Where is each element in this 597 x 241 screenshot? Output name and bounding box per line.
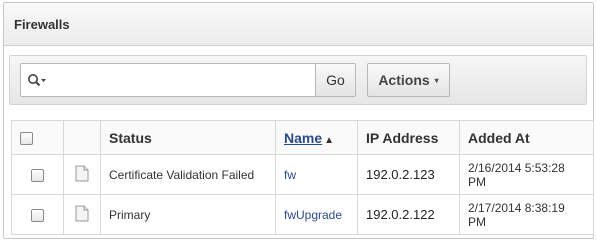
region-title: Firewalls [14,16,70,32]
table-header-row: Status Name ▲ IP Address Added At [11,120,594,155]
name-cell: fw [275,154,358,195]
name-column-header[interactable]: Name ▲ [275,120,358,155]
row-icon-cell [63,194,101,235]
file-icon[interactable] [75,165,89,182]
row-icon-cell [63,154,101,195]
chevron-down-icon: ▾ [434,75,439,85]
search-group: Go [20,63,356,97]
firewall-name-link[interactable]: fwUpgrade [284,208,342,222]
search-input[interactable] [51,66,315,94]
ip-cell: 192.0.2.123 [357,154,460,195]
select-all-header [11,120,64,155]
name-sort-link[interactable]: Name [284,130,322,146]
sort-ascending-icon: ▲ [324,134,335,146]
row-select-cell [11,154,64,195]
ip-column-header[interactable]: IP Address [357,120,460,155]
status-cell: Primary [100,194,276,235]
actions-menu-button[interactable]: Actions ▾ [367,63,450,97]
search-field [21,64,315,96]
added-column-header[interactable]: Added At [459,120,594,155]
icon-column-header [63,120,101,155]
name-cell: fwUpgrade [275,194,358,235]
row-checkbox[interactable] [31,208,44,222]
table-row: Primary fwUpgrade 192.0.2.122 2/17/2014 … [11,194,594,235]
file-icon[interactable] [75,205,89,222]
added-cell: 2/17/2014 8:38:19 PM [459,194,594,235]
ip-cell: 192.0.2.122 [357,194,460,235]
select-all-checkbox[interactable] [20,132,33,146]
status-cell: Certificate Validation Failed [100,154,276,195]
row-select-cell [11,194,64,235]
actions-label: Actions [378,72,430,88]
row-checkbox[interactable] [31,168,44,182]
status-column-header[interactable]: Status [100,120,276,155]
region-header: Firewalls [4,3,593,46]
added-cell: 2/16/2014 5:53:28 PM [459,154,594,195]
table-row: Certificate Validation Failed fw 192.0.2… [11,154,594,195]
report-toolbar: Go Actions ▾ [9,55,587,105]
firewalls-table: Status Name ▲ IP Address Added At Certifi… [11,120,594,235]
go-button[interactable]: Go [315,64,355,96]
search-icon[interactable] [27,73,47,87]
firewall-name-link[interactable]: fw [284,168,296,182]
